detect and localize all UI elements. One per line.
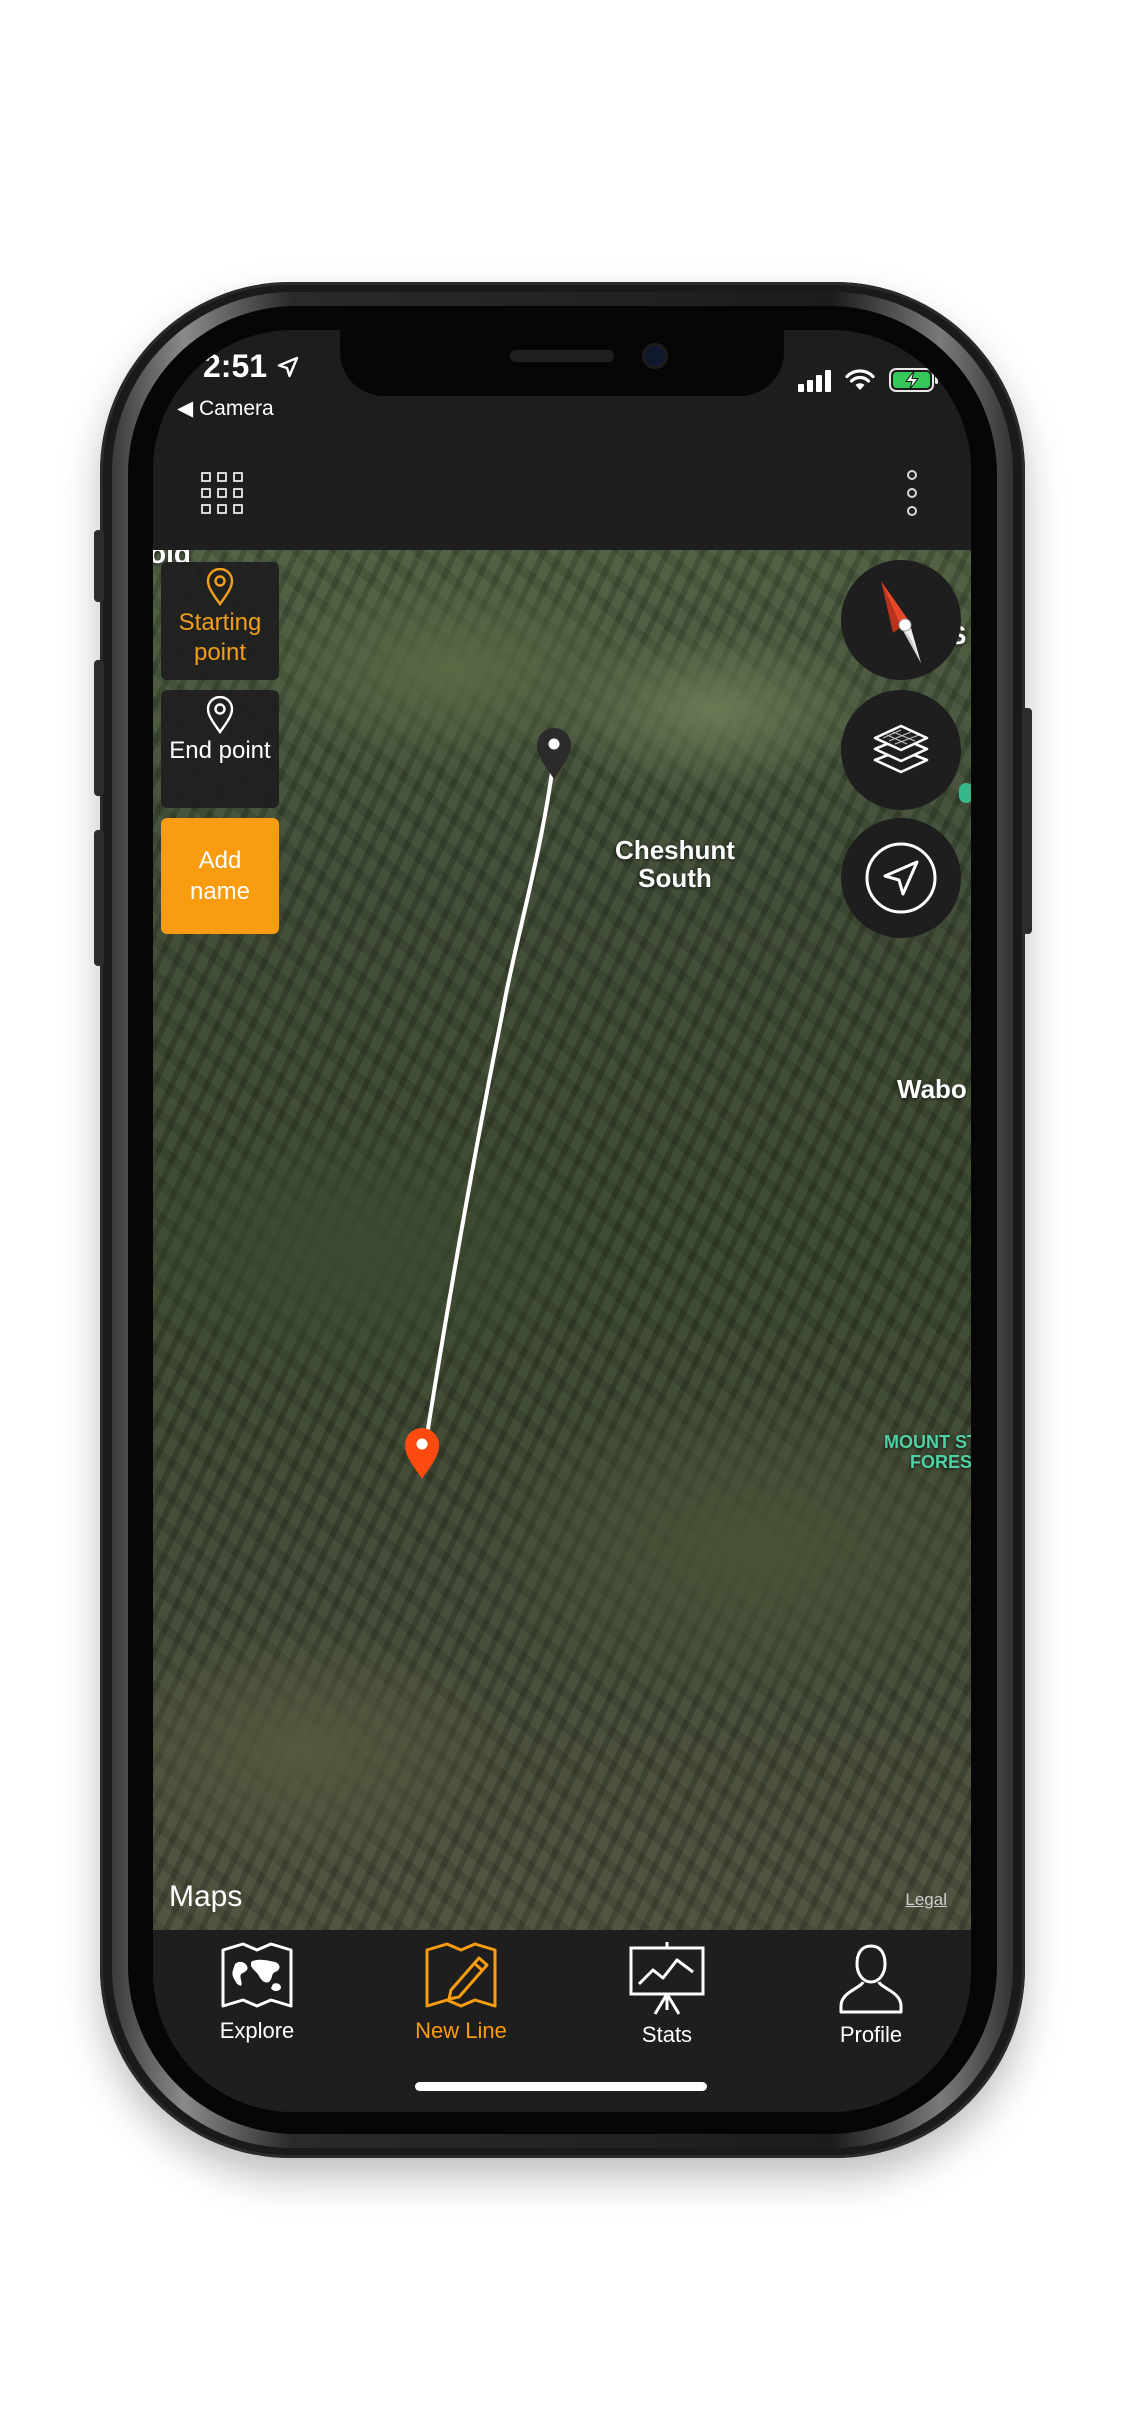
end-point-button[interactable]: End point [161, 690, 279, 808]
front-camera [645, 346, 665, 366]
start-pin-icon[interactable] [535, 726, 573, 780]
speaker [510, 350, 614, 362]
volume-down-button [94, 830, 104, 966]
locate-me-button[interactable] [841, 818, 961, 938]
tab-new-line[interactable]: New Line [371, 1940, 551, 2060]
profile-icon [839, 1944, 903, 2014]
apple-maps-attribution: Maps [169, 1880, 243, 1913]
back-to-camera-link[interactable]: ◀ Camera [177, 396, 274, 421]
map-layers-button[interactable] [841, 690, 961, 810]
tab-stats[interactable]: Stats [577, 1940, 757, 2060]
more-options-icon[interactable] [905, 470, 919, 516]
edit-map-icon [425, 1942, 497, 2008]
power-button [1022, 708, 1032, 934]
tab-label: Profile [839, 2022, 903, 2047]
navigation-arrow-icon [865, 842, 937, 914]
cellular-signal-icon [798, 370, 831, 392]
starting-point-button[interactable]: Starting point [161, 562, 279, 680]
top-nav-bar [153, 440, 971, 550]
bottom-tab-bar: Explore New Line Stats Profile [153, 1930, 971, 2112]
battery-charging-icon [889, 368, 938, 392]
notch [340, 330, 784, 396]
screen: 2:51 ◀ Camera old Cheshunt South Wabo MO… [153, 330, 971, 2112]
add-name-label: Add name [189, 847, 251, 905]
add-name-button[interactable]: Add name [161, 818, 279, 934]
silent-switch [94, 530, 104, 602]
starting-point-label: Starting point [178, 609, 262, 666]
grid-menu-icon[interactable] [201, 472, 243, 514]
tab-label: New Line [415, 2018, 507, 2043]
status-icons [798, 368, 939, 392]
location-arrow-icon [277, 356, 299, 378]
legal-link[interactable]: Legal [905, 1890, 947, 1910]
tab-profile[interactable]: Profile [781, 1940, 961, 2060]
satellite-map[interactable]: old S Cheshunt South Wabo MOUNT STI FORE… [153, 550, 971, 1930]
volume-up-button [94, 660, 104, 796]
layers-icon [873, 724, 929, 774]
compass-button[interactable] [841, 560, 961, 680]
stats-icon [629, 1942, 705, 2015]
map-icon [221, 1942, 293, 2008]
location-pin-icon [206, 568, 234, 606]
wifi-icon [845, 369, 875, 390]
home-indicator[interactable] [415, 2082, 707, 2091]
tab-label: Stats [641, 2022, 693, 2047]
compass-icon [881, 581, 921, 663]
end-pin-icon[interactable] [403, 1426, 441, 1480]
location-pin-icon [206, 696, 234, 734]
status-time: 2:51 [203, 348, 300, 385]
tab-explore[interactable]: Explore [167, 1940, 347, 2060]
tab-label: Explore [219, 2018, 295, 2043]
end-point-label: End point [169, 737, 271, 764]
